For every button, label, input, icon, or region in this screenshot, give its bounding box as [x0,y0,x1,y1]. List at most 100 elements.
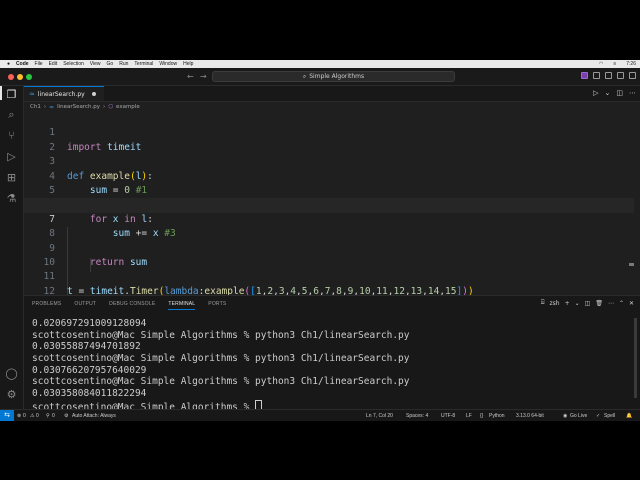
chevron-down-icon[interactable]: ⌄ [605,89,611,97]
apple-icon[interactable]: ● [7,61,10,67]
toggle-secondary-sidebar-icon[interactable] [617,72,624,79]
menubar-status: ◠ ≡ 7:26 [593,61,636,67]
unsaved-dot-icon[interactable] [91,92,96,96]
menu-terminal[interactable]: Terminal [134,61,153,67]
code-line-10[interactable]: 10 [24,242,634,268]
kill-terminal-icon[interactable]: 🗑 [595,300,603,307]
new-terminal-icon[interactable]: + [565,300,570,307]
code-line-11[interactable]: 11 t = timeit.Timer(lambda:example([1,2,… [24,256,634,296]
code-line-5[interactable]: 5 [24,170,634,196]
code-line-7[interactable]: 7 sum += x #3 [24,198,634,239]
command-center-search[interactable]: ⌕ Simple Algorithms [212,71,455,82]
errors-icon[interactable]: ⊗ [17,413,21,419]
code-editor[interactable]: 1 import timeit 2 3 def example(l): 4 su… [24,112,634,311]
wifi-icon[interactable]: ◠ [599,61,603,67]
more-actions-icon[interactable]: ⋯ [629,89,636,97]
minimize-window-button[interactable] [17,74,23,80]
warnings-icon[interactable]: ⚠ [30,413,34,419]
tab-problems[interactable]: PROBLEMS [32,301,61,310]
split-editor-icon[interactable]: ◫ [616,89,623,97]
customize-layout-icon[interactable] [629,72,636,79]
close-panel-icon[interactable]: ✕ [629,300,634,307]
terminal-line: scottcosentino@Mac Simple Algorithms % p… [32,329,410,341]
clock[interactable]: 7:26 [626,61,636,67]
run-debug-icon[interactable]: ▷ [5,150,18,163]
chevron-right-icon: › [43,104,47,110]
breadcrumb-folder[interactable]: Ch1 [30,104,41,110]
ports-count[interactable]: 0 [52,413,55,419]
tab-linearsearch[interactable]: ≈ linearSearch.py [24,86,104,101]
breadcrumb-file[interactable]: linearSearch.py [57,104,100,110]
zoom-window-button[interactable] [26,74,32,80]
menu-go[interactable]: Go [107,61,114,67]
code-line-2[interactable]: 2 [24,126,634,153]
menu-window[interactable]: Window [159,61,177,67]
line-ending[interactable]: LF [466,413,472,419]
more-actions-icon[interactable]: ⋯ [608,300,614,307]
cursor-position[interactable]: Ln 7, Col 20 [366,413,393,419]
toggle-sidebar-icon[interactable] [593,72,600,79]
tab-label: linearSearch.py [37,90,85,98]
source-control-icon[interactable]: ⑂ [5,129,18,142]
close-window-button[interactable] [8,74,14,80]
menu-view[interactable]: View [90,61,101,67]
code-line-4[interactable]: 4 sum = 0 #1 [24,155,634,196]
notifications-bell-icon[interactable]: 🔔 [626,413,632,419]
run-file-icon[interactable]: ▷ [593,89,598,97]
menu-help[interactable]: Help [183,61,193,67]
tab-terminal[interactable]: TERMINAL [168,301,196,310]
menu-app[interactable]: Code [16,61,29,67]
code-line-8[interactable]: 8 [24,213,634,239]
remote-indicator-icon[interactable]: ⇆ [0,410,14,421]
encoding[interactable]: UTF-8 [441,413,455,419]
terminal-shell-name[interactable]: zsh [550,300,560,307]
auto-attach[interactable]: Auto Attach: Always [72,413,116,419]
indentation[interactable]: Spaces: 4 [406,413,428,419]
menu-selection[interactable]: Selection [63,61,84,67]
tab-debug-console[interactable]: DEBUG CONSOLE [109,301,155,310]
workspace-name: Simple Algorithms [309,73,365,80]
forward-arrow-icon[interactable]: → [200,72,207,81]
go-live-icon: ◉ [563,413,568,419]
toggle-panel-icon[interactable] [605,72,612,79]
tab-ports[interactable]: PORTS [208,301,226,310]
code-line-1[interactable]: 1 import timeit [24,112,634,152]
code-line-9[interactable]: 9 return sum [24,227,634,268]
code-line-12[interactable]: 12 print(t.timeit(100000)) [24,270,634,311]
chevron-down-icon[interactable]: ⌄ [575,300,580,307]
go-live-button[interactable]: Go Live [570,413,587,419]
tab-output[interactable]: OUTPUT [74,301,96,310]
errors-count[interactable]: 0 [23,413,26,419]
terminal-line: 0.030358084011822294 [32,388,147,400]
code-line-6[interactable]: 6 for x in l: [24,184,634,224]
explorer-icon[interactable]: ❐ [5,88,18,101]
breadcrumb-symbol[interactable]: example [116,104,140,110]
split-terminal-icon[interactable]: ◫ [585,300,591,307]
spell-check[interactable]: Spell [604,413,615,419]
chevron-right-icon: › [103,104,106,110]
menu-edit[interactable]: Edit [49,61,58,67]
search-icon: ⌕ [302,72,307,80]
accounts-layout-icon[interactable] [581,72,588,79]
back-arrow-icon[interactable]: ← [187,72,194,81]
terminal-output[interactable]: 0.020697291009128094 scottcosentino@Mac … [32,318,632,413]
status-bar: ⇆ ⊗ 0 ⚠ 0 ⚲ 0 ⚙ Auto Attach: Always Ln 7… [0,409,640,421]
manage-gear-icon[interactable]: ⚙ [5,388,18,401]
code-line-3[interactable]: 3 def example(l): [24,141,634,181]
maximize-panel-icon[interactable]: ⌃ [619,300,624,307]
control-center-icon[interactable]: ≡ [613,61,616,67]
warnings-count[interactable]: 0 [36,413,39,419]
testing-icon[interactable]: ⚗ [5,192,18,205]
mac-menubar: ● Code File Edit Selection View Go Run T… [0,60,640,68]
terminal-scrollbar[interactable] [634,318,637,398]
menu-file[interactable]: File [35,61,43,67]
python-interpreter[interactable]: 3.13.0 64-bit [516,413,544,419]
breadcrumb: Ch1 › ≈ linearSearch.py › ⬡ example [24,102,140,112]
editor-tabs: ≈ linearSearch.py ▷ ⌄ ◫ ⋯ [24,86,640,102]
accounts-icon[interactable]: ◯ [5,367,18,380]
extensions-icon[interactable]: ⊞ [5,171,18,184]
ports-icon[interactable]: ⚲ [46,413,50,419]
language-mode[interactable]: Python [489,413,505,419]
search-view-icon[interactable]: ⌕ [5,108,18,121]
menu-run[interactable]: Run [119,61,128,67]
